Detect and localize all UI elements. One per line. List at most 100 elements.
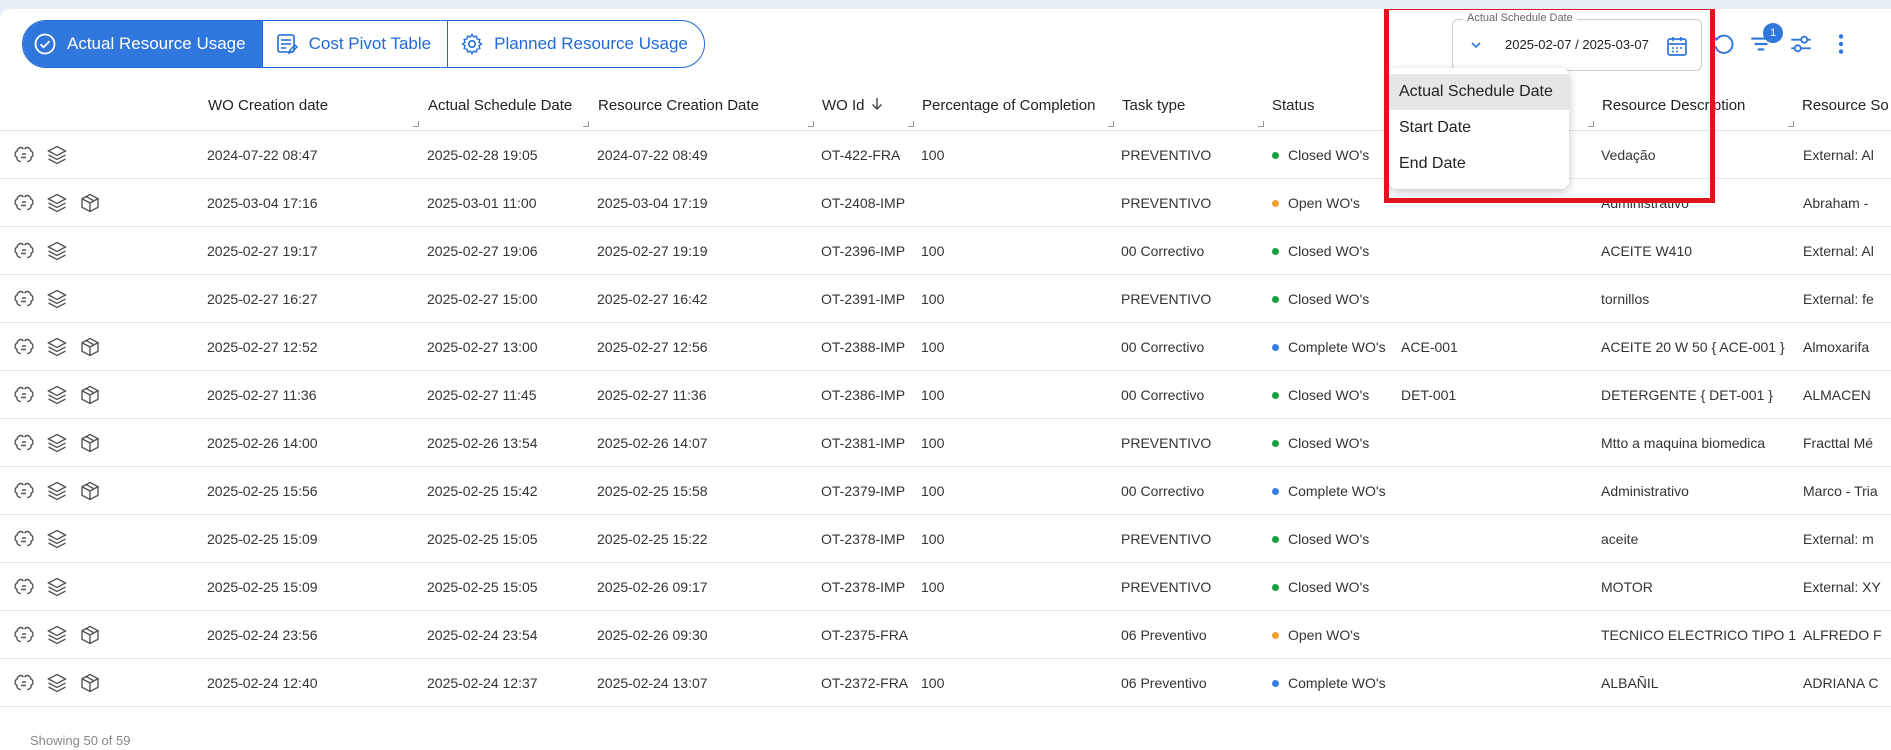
pagination-status: Showing 50 of 59 <box>30 733 131 748</box>
brain-icon[interactable] <box>13 192 35 214</box>
box-icon[interactable] <box>79 432 101 454</box>
table-row[interactable]: 2025-02-26 14:00 2025-02-26 13:54 2025-02-… <box>0 419 1891 467</box>
status-label: Closed WO's <box>1288 531 1370 547</box>
layers-icon[interactable] <box>46 624 68 646</box>
brain-icon[interactable] <box>13 624 35 646</box>
status-dot <box>1272 584 1279 591</box>
resource-source-cell: ALMACEN <box>1803 387 1871 403</box>
column-header-percentage-of-completion[interactable]: Percentage of Completion <box>922 85 1095 131</box>
sliders-icon[interactable] <box>1788 31 1814 57</box>
layers-icon[interactable] <box>46 672 68 694</box>
column-resize-handle[interactable] <box>413 121 419 127</box>
brain-icon[interactable] <box>13 288 35 310</box>
layers-icon[interactable] <box>46 336 68 358</box>
table-row[interactable]: 2025-02-27 16:27 2025-02-27 15:00 2025-02-… <box>0 275 1891 323</box>
column-header-wo-id[interactable]: WO Id <box>822 85 883 131</box>
wo-id-cell: OT-2388-IMP <box>821 339 906 355</box>
column-resize-handle[interactable] <box>908 121 914 127</box>
reset-icon[interactable] <box>1710 31 1736 57</box>
sort-arrow-down-icon[interactable] <box>871 97 883 111</box>
brain-icon[interactable] <box>13 336 35 358</box>
table-row[interactable]: 2025-02-27 12:52 2025-02-27 13:00 2025-02-… <box>0 323 1891 371</box>
brain-icon[interactable] <box>13 384 35 406</box>
tab-cost-pivot-table[interactable]: Cost Pivot Table <box>263 21 449 67</box>
status-cell: Closed WO's <box>1272 275 1369 323</box>
column-header-status[interactable]: Status <box>1272 85 1315 131</box>
column-header-resource-source[interactable]: Resource So <box>1802 85 1889 131</box>
task-type-cell: 00 Correctivo <box>1121 483 1205 499</box>
resource-source-cell: Marco - Tria <box>1803 483 1878 499</box>
chevron-down-icon[interactable] <box>1469 38 1483 52</box>
layers-icon[interactable] <box>46 240 68 262</box>
box-icon[interactable] <box>79 672 101 694</box>
column-header-task-type[interactable]: Task type <box>1122 85 1185 131</box>
table-row[interactable]: 2025-02-24 23:56 2025-02-24 23:54 2025-02-… <box>0 611 1891 659</box>
menu-item-actual-schedule-date[interactable]: Actual Schedule Date <box>1389 74 1569 110</box>
resource-creation-date-cell: 2025-02-27 11:36 <box>597 387 707 403</box>
column-resize-handle[interactable] <box>808 121 814 127</box>
box-icon[interactable] <box>79 336 101 358</box>
layers-icon[interactable] <box>46 528 68 550</box>
date-range-value: 2025-02-07 / 2025-03-07 <box>1505 37 1649 52</box>
wo-id-cell: OT-2379-IMP <box>821 483 906 499</box>
tab-actual-resource-usage[interactable]: Actual Resource Usage <box>23 21 263 67</box>
box-icon[interactable] <box>79 192 101 214</box>
status-label: Complete WO's <box>1288 339 1386 355</box>
box-icon[interactable] <box>79 480 101 502</box>
status-label: Closed WO's <box>1288 435 1370 451</box>
actual-schedule-date-filter[interactable]: Actual Schedule Date 2025-02-07 / 2025-0… <box>1452 12 1702 71</box>
status-dot <box>1272 200 1279 207</box>
table-row[interactable]: 2025-02-25 15:09 2025-02-25 15:05 2025-02-… <box>0 563 1891 611</box>
column-resize-handle[interactable] <box>1258 121 1264 127</box>
tab-planned-resource-usage[interactable]: Planned Resource Usage <box>448 21 704 67</box>
column-resize-handle[interactable] <box>1788 121 1794 127</box>
brain-icon[interactable] <box>13 240 35 262</box>
column-resize-handle[interactable] <box>583 121 589 127</box>
task-type-cell: PREVENTIVO <box>1121 531 1212 547</box>
layers-icon[interactable] <box>46 288 68 310</box>
brain-icon[interactable] <box>13 432 35 454</box>
column-header-actual-schedule-date[interactable]: Actual Schedule Date <box>428 85 572 131</box>
gear-icon <box>461 33 483 55</box>
actual-schedule-date-cell: 2025-02-28 19:05 <box>427 147 538 163</box>
wo-id-cell: OT-2378-IMP <box>821 531 906 547</box>
wo-creation-date-cell: 2025-02-25 15:09 <box>207 531 318 547</box>
status-dot <box>1272 680 1279 687</box>
brain-icon[interactable] <box>13 144 35 166</box>
resource-creation-date-cell: 2024-07-22 08:49 <box>597 147 708 163</box>
table-row[interactable]: 2025-02-25 15:56 2025-02-25 15:42 2025-02-… <box>0 467 1891 515</box>
layers-icon[interactable] <box>46 144 68 166</box>
resource-source-cell: External: XY <box>1803 579 1881 595</box>
calendar-icon[interactable] <box>1665 34 1689 58</box>
table-row[interactable]: 2025-03-04 17:16 2025-03-01 11:00 2025-03-… <box>0 179 1891 227</box>
status-label: Complete WO's <box>1288 483 1386 499</box>
column-resize-handle[interactable] <box>1108 121 1114 127</box>
more-vertical-icon[interactable] <box>1828 31 1854 57</box>
completion-cell: 100 <box>921 579 945 595</box>
column-header-wo-creation-date[interactable]: WO Creation date <box>208 85 328 131</box>
table-row[interactable]: 2025-02-24 12:40 2025-02-24 12:37 2025-02-… <box>0 659 1891 707</box>
table-row[interactable]: 2024-07-22 08:47 2025-02-28 19:05 2024-07-… <box>0 131 1891 179</box>
brain-icon[interactable] <box>13 528 35 550</box>
column-resize-handle[interactable] <box>1588 121 1594 127</box>
table-row[interactable]: 2025-02-25 15:09 2025-02-25 15:05 2025-02-… <box>0 515 1891 563</box>
menu-item-end-date[interactable]: End Date <box>1389 146 1569 182</box>
layers-icon[interactable] <box>46 432 68 454</box>
layers-icon[interactable] <box>46 192 68 214</box>
column-header-resource-description[interactable]: Resource Description <box>1602 85 1745 131</box>
menu-item-start-date[interactable]: Start Date <box>1389 110 1569 146</box>
layers-icon[interactable] <box>46 480 68 502</box>
status-label: Closed WO's <box>1288 243 1370 259</box>
box-icon[interactable] <box>79 384 101 406</box>
brain-icon[interactable] <box>13 672 35 694</box>
brain-icon[interactable] <box>13 480 35 502</box>
brain-icon[interactable] <box>13 576 35 598</box>
table-row[interactable]: 2025-02-27 11:36 2025-02-27 11:45 2025-02-… <box>0 371 1891 419</box>
column-header-resource-creation-date[interactable]: Resource Creation Date <box>598 85 759 131</box>
layers-icon[interactable] <box>46 384 68 406</box>
table-row[interactable]: 2025-02-27 19:17 2025-02-27 19:06 2025-02-… <box>0 227 1891 275</box>
resource-creation-date-cell: 2025-02-27 12:56 <box>597 339 708 355</box>
box-icon[interactable] <box>79 624 101 646</box>
layers-icon[interactable] <box>46 576 68 598</box>
resource-description-cell: Vedação <box>1601 147 1656 163</box>
